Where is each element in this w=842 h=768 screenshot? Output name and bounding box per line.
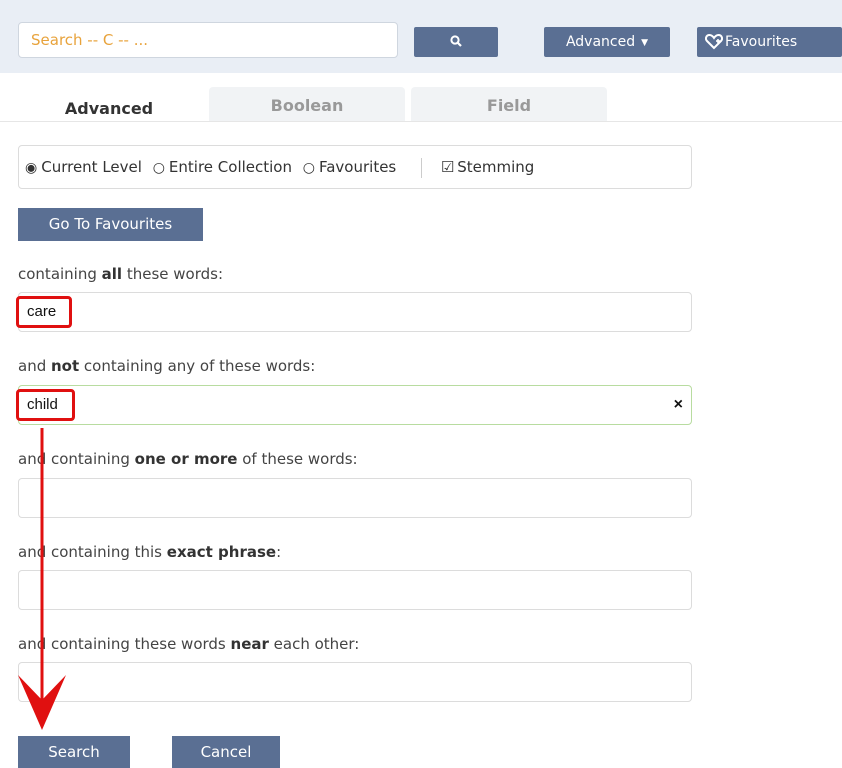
- search-submit-button[interactable]: Search: [18, 736, 130, 768]
- annotation-arrow: [18, 428, 66, 730]
- cancel-button[interactable]: Cancel: [172, 736, 280, 768]
